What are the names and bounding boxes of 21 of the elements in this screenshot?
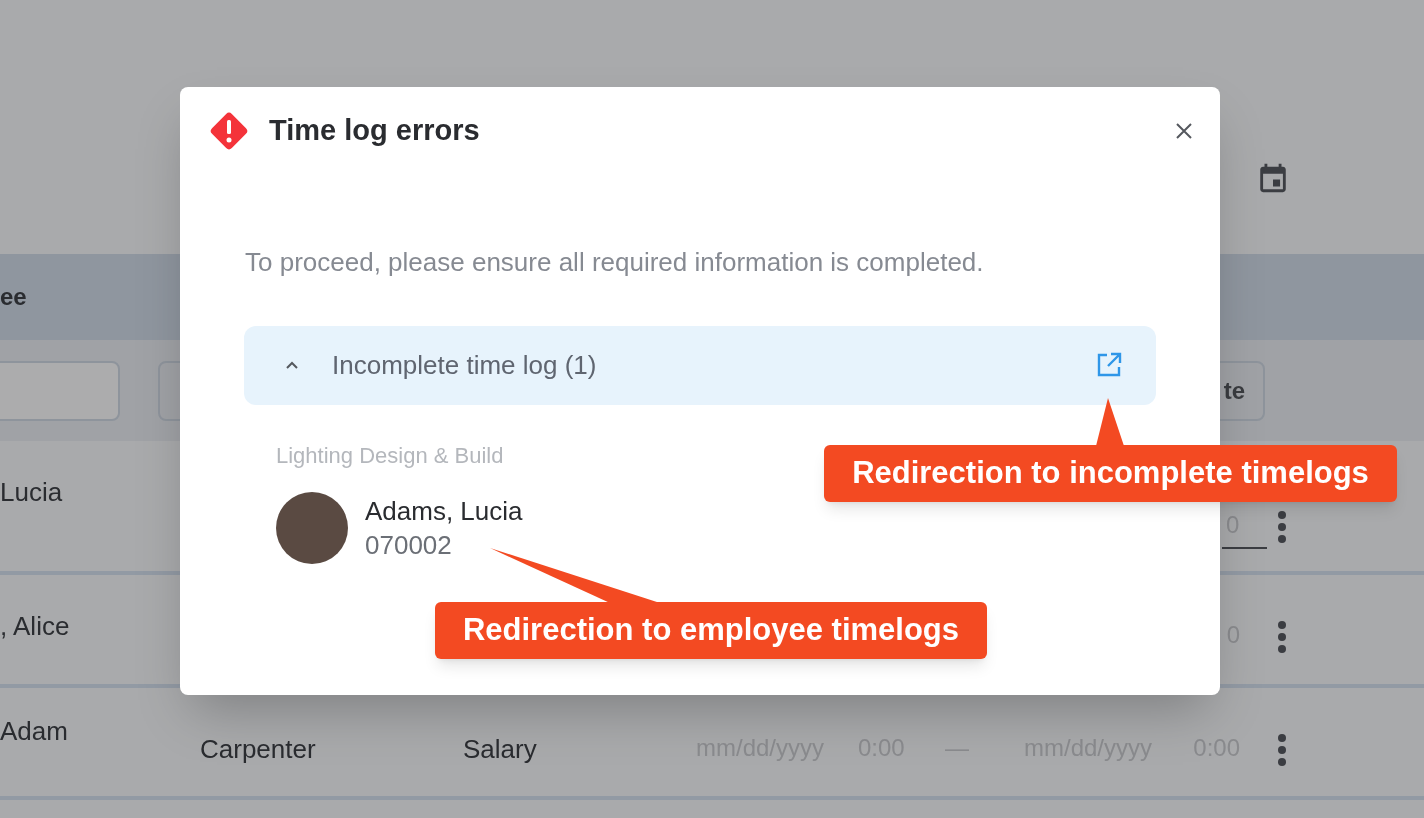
accordion-header[interactable]: Incomplete time log (1): [244, 325, 1156, 405]
group-label: Lighting Design & Build: [276, 441, 504, 470]
employee-name: Adam: [0, 715, 68, 748]
employee-id: 070002: [365, 528, 453, 562]
filter-field[interactable]: [0, 360, 120, 421]
employee-name: , Alice: [0, 610, 70, 643]
more-options-icon[interactable]: [1278, 734, 1286, 766]
employee-link[interactable]: Adams, Lucia: [365, 493, 523, 528]
callout: Redirection to incomplete timelogs: [824, 445, 1397, 502]
external-link-icon[interactable]: [1096, 352, 1122, 378]
table-cell-text: Salary: [463, 733, 537, 766]
table-cell-text: Carpenter: [200, 733, 316, 766]
dialog-title: Time log errors: [269, 113, 480, 148]
column-header: ee: [0, 282, 27, 312]
placeholder-text: —: [945, 733, 969, 763]
more-options-icon[interactable]: [1278, 511, 1286, 543]
dialog-message: To proceed, please ensure all required information is completed.: [245, 245, 985, 279]
more-options-icon[interactable]: [1278, 621, 1286, 653]
callout-pointer: [1096, 398, 1124, 446]
employee-name: Lucia: [0, 476, 63, 509]
close-button[interactable]: [1174, 121, 1194, 141]
